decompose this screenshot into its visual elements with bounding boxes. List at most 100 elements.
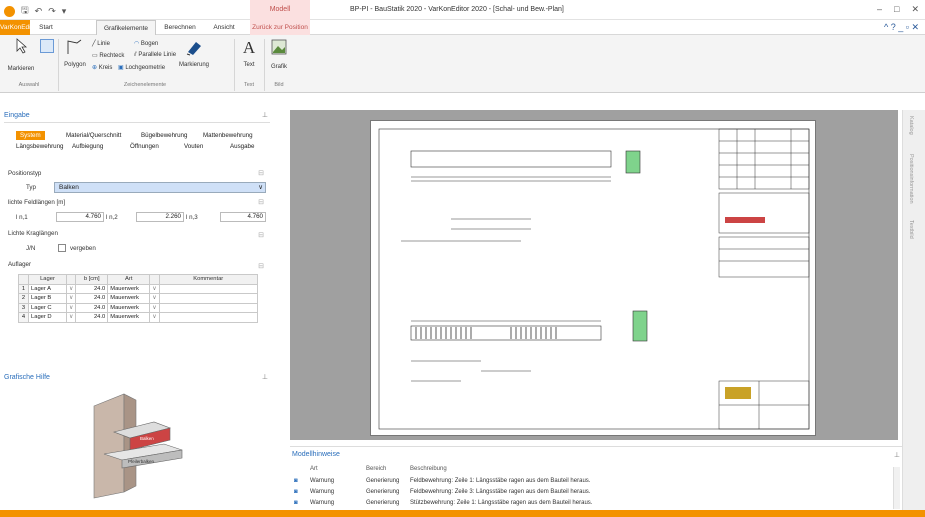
table-row[interactable]: 3 Lager C ∨ 24.0 Mauerwerk ∨ — [18, 302, 258, 313]
collapse-icon[interactable]: ⊟ — [258, 231, 264, 239]
row-number: 2 — [18, 293, 29, 304]
tab-buegel[interactable]: Bügelbewehrung — [141, 132, 187, 139]
app-logo-icon — [4, 5, 15, 17]
table-row[interactable]: ◙ Warnung Generierung Feldbewehrung: Zei… — [290, 478, 890, 488]
col-header — [18, 274, 29, 285]
collapse-icon[interactable]: ⊟ — [258, 169, 264, 177]
chevron-down-icon[interactable]: ∨ — [149, 302, 160, 313]
vergeben-checkbox[interactable] — [58, 244, 66, 252]
section-positionstyp: Positionstyp — [8, 170, 42, 177]
chevron-down-icon[interactable]: ∨ — [65, 302, 77, 313]
tab-material[interactable]: Material/Querschnitt — [66, 132, 121, 139]
ln1-field[interactable]: 4.760 — [56, 212, 104, 222]
art-cell[interactable]: Mauerwerk — [107, 312, 151, 323]
typ-select[interactable]: Balken ∨ — [54, 182, 266, 193]
chevron-down-icon[interactable]: ∨ — [149, 312, 160, 323]
table-row[interactable]: 4 Lager D ∨ 24.0 Mauerwerk ∨ — [18, 312, 258, 323]
tab-matten[interactable]: Mattenbewehrung — [203, 132, 253, 139]
tab-berechnen[interactable]: Berechnen — [160, 20, 200, 35]
lochgeometrie-button[interactable]: ▣ Lochgeometrie — [118, 64, 165, 71]
tab-ausgabe[interactable]: Ausgabe — [230, 143, 254, 150]
b-cell[interactable]: 24.0 — [75, 293, 109, 304]
tab-grafikelemente[interactable]: Grafikelemente — [96, 20, 156, 35]
collapse-icon[interactable]: ⊟ — [258, 198, 264, 206]
redo-icon[interactable]: ↷ — [48, 6, 56, 17]
tab-oeffnungen[interactable]: Öffnungen — [130, 143, 159, 150]
table-row[interactable]: ◙ Warnung Generierung Feldbewehrung: Zei… — [290, 489, 890, 499]
bogen-button[interactable]: ◠ Bogen — [134, 40, 158, 47]
pin-icon[interactable]: ⊥ — [262, 111, 268, 119]
tab-textbild[interactable]: Textbild — [908, 220, 914, 239]
tab-varkoneditor[interactable]: VarKonEditor — [0, 20, 38, 35]
rectangle-icon: ▭ — [92, 53, 98, 59]
drawing-canvas[interactable] — [290, 110, 898, 440]
kommentar-cell[interactable] — [158, 302, 258, 313]
table-row[interactable]: 2 Lager B ∨ 24.0 Mauerwerk ∨ — [18, 293, 258, 304]
chevron-down-icon[interactable]: ∨ — [65, 312, 77, 323]
select-mode-icon[interactable] — [40, 39, 54, 53]
kommentar-cell[interactable] — [158, 283, 258, 294]
table-row[interactable]: ◙ Warnung Generierung Stützbewehrung: Ze… — [290, 500, 890, 510]
ln2-field[interactable]: 2.260 — [136, 212, 184, 222]
kommentar-cell[interactable] — [158, 293, 258, 304]
polygon-button[interactable]: Polygon — [62, 38, 88, 68]
tab-vouten[interactable]: Vouten — [184, 143, 203, 150]
text-button[interactable]: A Text — [238, 38, 260, 68]
chevron-down-icon[interactable]: ∨ — [149, 283, 160, 294]
tab-ansicht[interactable]: Ansicht — [206, 20, 242, 35]
parallele-label: Parallele Linie — [138, 52, 177, 58]
markieren-button[interactable]: Markieren — [6, 38, 36, 72]
plan-sheet[interactable] — [370, 120, 816, 436]
context-header: Modell — [250, 0, 310, 20]
maximize-button[interactable]: □ — [894, 4, 899, 15]
b-cell[interactable]: 24.0 — [75, 283, 109, 294]
pin-icon[interactable]: ⊥ — [262, 373, 268, 381]
section-kraglaengen: Lichte Kraglängen — [8, 230, 58, 237]
lager-cell[interactable]: Lager C — [28, 302, 67, 313]
kreis-button[interactable]: ⊕ Kreis — [92, 64, 112, 71]
chevron-down-icon[interactable]: ∨ — [149, 293, 160, 304]
cursor-icon — [16, 38, 28, 54]
b-cell[interactable]: 24.0 — [75, 302, 109, 313]
pin-icon[interactable]: ⊥ — [894, 451, 900, 459]
tab-zurueck[interactable]: Zurück zur Position — [250, 20, 310, 35]
kommentar-cell[interactable] — [158, 312, 258, 323]
beschreibung-cell: Feldbewehrung: Zeile 3: Längsstäbe ragen… — [410, 489, 591, 495]
tab-start[interactable]: Start — [33, 20, 59, 35]
collapse-icon[interactable]: ⊟ — [258, 262, 264, 270]
close-button[interactable]: ✕ — [911, 4, 919, 15]
undo-icon[interactable]: ↶ — [35, 6, 43, 17]
tab-aufbiegung[interactable]: Aufbiegung — [72, 143, 103, 150]
art-cell[interactable]: Mauerwerk — [107, 283, 151, 294]
tab-laengs[interactable]: Längsbewehrung — [16, 143, 63, 150]
scrollbar[interactable] — [893, 467, 900, 509]
parallele-button[interactable]: ⫽ Parallele Linie — [134, 52, 176, 59]
chevron-down-icon[interactable]: ∨ — [65, 293, 77, 304]
ln3-field[interactable]: 4.760 — [220, 212, 266, 222]
grafik-button[interactable]: Grafik — [268, 38, 290, 70]
help-controls[interactable]: ^ ? _ ▫ ✕ — [884, 22, 919, 33]
table-row[interactable]: 1 Lager A ∨ 24.0 Mauerwerk ∨ — [18, 283, 258, 294]
markierung-label: Markierung — [178, 62, 209, 68]
chevron-down-icon[interactable]: ∨ — [65, 283, 77, 294]
col-header: b [cm] — [75, 274, 109, 285]
linie-button[interactable]: ╱ Linie — [92, 40, 110, 47]
lager-cell[interactable]: Lager D — [28, 312, 67, 323]
markierung-button[interactable]: Markierung — [174, 38, 214, 68]
save-icon[interactable]: 🖫 — [21, 3, 29, 19]
lager-cell[interactable]: Lager B — [28, 293, 67, 304]
art-cell[interactable]: Mauerwerk — [107, 293, 151, 304]
info-icon: ◙ — [294, 500, 298, 506]
customize-icon[interactable]: ▾ — [62, 6, 67, 17]
tab-positionsinformation[interactable]: Positionsinformation — [908, 154, 914, 204]
tab-system[interactable]: System — [16, 131, 45, 140]
b-cell[interactable]: 24.0 — [75, 312, 109, 323]
rechteck-button[interactable]: ▭ Rechteck — [92, 52, 124, 59]
lager-cell[interactable]: Lager A — [28, 283, 67, 294]
art-cell[interactable]: Mauerwerk — [107, 302, 151, 313]
minimize-button[interactable]: – — [877, 4, 882, 15]
kreis-label: Kreis — [98, 65, 113, 71]
group-bild: Bild — [274, 82, 284, 88]
jn-label: J/N — [26, 245, 36, 252]
tab-katalog[interactable]: Katalog — [908, 116, 914, 135]
